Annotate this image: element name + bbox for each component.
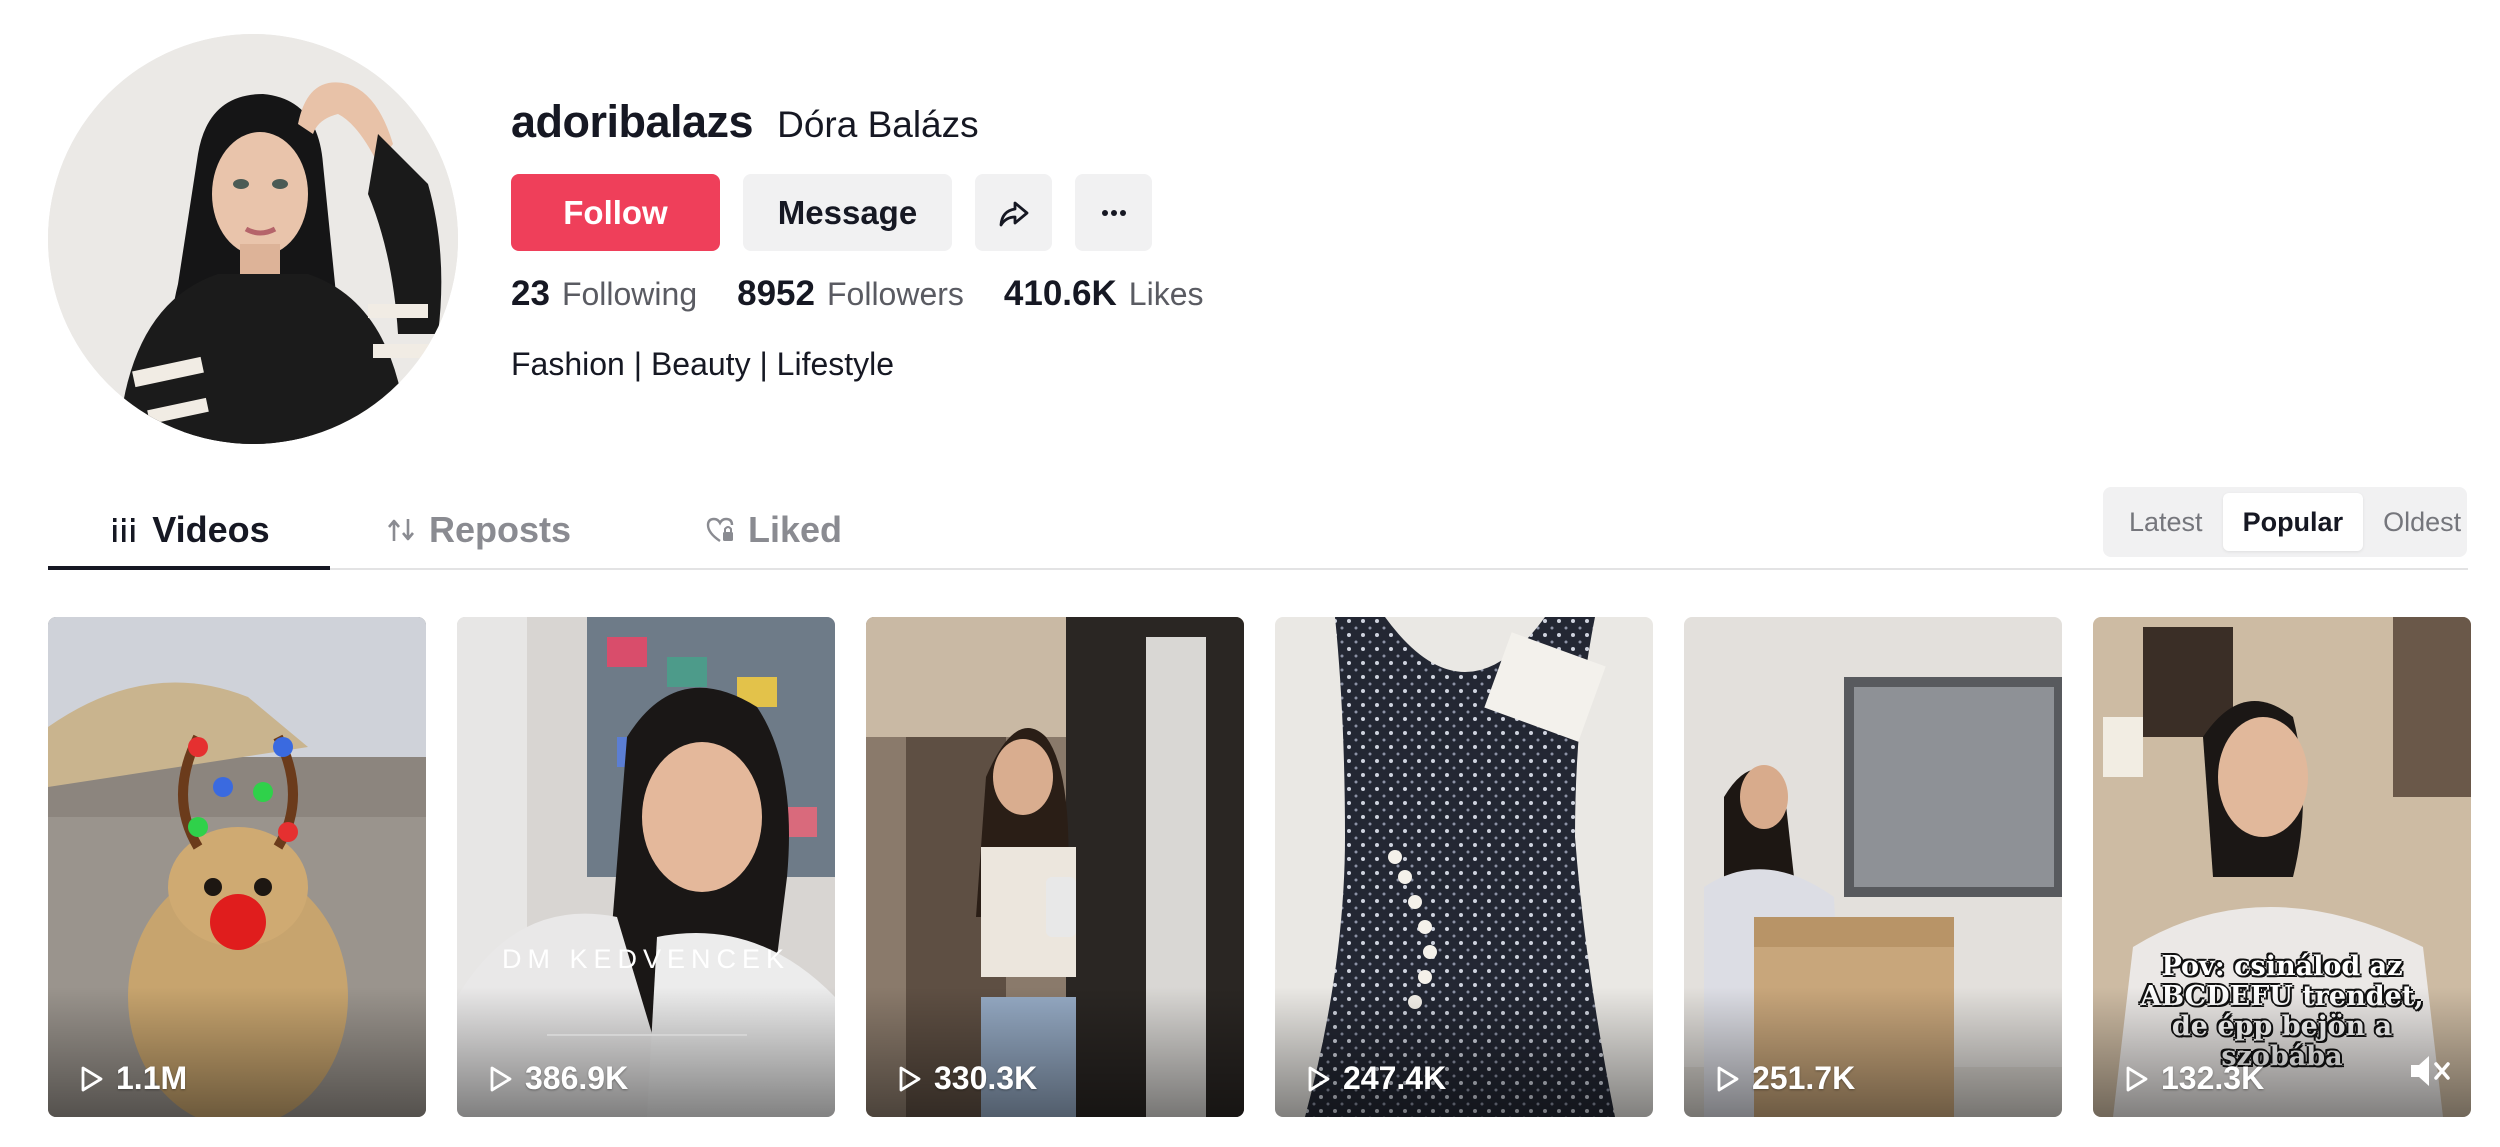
repost-icon (387, 519, 414, 541)
tab-videos-label: Videos (152, 509, 270, 550)
avatar-photo (48, 34, 458, 444)
likes-count: 410.6K (1003, 274, 1117, 313)
more-icon (1101, 209, 1126, 216)
video-card[interactable]: 251.7K (1684, 617, 2062, 1117)
play-icon (1308, 1066, 1330, 1091)
follow-button[interactable]: Follow (511, 174, 720, 251)
following-label: Following (561, 276, 698, 312)
sort-oldest[interactable]: Oldest (2363, 493, 2481, 551)
more-button[interactable] (1075, 174, 1152, 251)
thumbnail-gradient (48, 987, 426, 1117)
share-button[interactable] (975, 174, 1052, 251)
profile-avatar[interactable] (48, 34, 458, 444)
tab-reposts-label: Reposts (428, 509, 572, 550)
view-count: 386.9K (485, 1060, 628, 1097)
view-count-label: 251.7K (1752, 1060, 1856, 1096)
video-card[interactable]: 247.4K (1275, 617, 1653, 1117)
followers-count: 8952 (737, 274, 815, 313)
sort-switch: Latest Popular Oldest (2103, 487, 2467, 557)
sort-popular[interactable]: Popular (2222, 493, 2364, 551)
profile-stats: 23 Following 8952 Followers 410.6K Likes (511, 274, 1203, 314)
play-icon (81, 1066, 103, 1091)
view-count-label: 330.3K (934, 1060, 1038, 1096)
followers-stat[interactable]: 8952 Followers (737, 274, 964, 314)
view-count-label: 247.4K (1343, 1060, 1447, 1096)
video-caption-overlay: DM KEDVENCEK (501, 944, 791, 974)
following-stat[interactable]: 23 Following (511, 274, 697, 314)
view-count: 247.4K (1303, 1060, 1446, 1097)
share-icon (999, 201, 1028, 226)
video-card[interactable]: 1.1M (48, 617, 426, 1117)
view-count-label: 132.3K (2161, 1060, 2265, 1096)
profile-bio: Fashion | Beauty | Lifestyle (511, 346, 895, 382)
tab-videos[interactable]: Videos (48, 490, 330, 570)
view-count: 132.3K (2121, 1060, 2264, 1097)
view-count: 1.1M (76, 1060, 187, 1097)
view-count: 251.7K (1712, 1060, 1855, 1097)
followers-label: Followers (826, 276, 964, 312)
thumbnail-gradient (1684, 987, 2062, 1117)
view-count: 330.3K (894, 1060, 1037, 1097)
thumbnail-gradient (1275, 987, 1653, 1117)
play-icon (899, 1066, 921, 1091)
heart-lock-icon (706, 517, 734, 542)
tab-reposts[interactable]: Reposts (378, 490, 578, 570)
play-icon (1717, 1066, 1739, 1091)
video-card[interactable]: DM KEDVENCEK 386.9K (457, 617, 835, 1117)
video-grid: 1.1M DM KEDVENCEK 386.9K 330.3K 247.4K 2… (48, 617, 2471, 1117)
tab-liked-label: Liked (747, 509, 843, 550)
message-button[interactable]: Message (743, 174, 952, 251)
play-icon (2126, 1066, 2148, 1091)
thumbnail-gradient (457, 987, 835, 1117)
sort-latest[interactable]: Latest (2109, 493, 2223, 551)
video-card[interactable]: Pov: csinálod az ABCDEFU trendet, de épp… (2093, 617, 2471, 1117)
profile-info: adoribalazs Dóra Balázs Follow Message 2… (511, 96, 1811, 382)
mute-icon[interactable] (2407, 1051, 2453, 1091)
following-count: 23 (511, 274, 550, 313)
active-tab-indicator (48, 566, 330, 570)
thumbnail-gradient (866, 987, 1244, 1117)
profile-actions: Follow Message (511, 174, 1152, 251)
grid-icon (113, 518, 135, 542)
tab-liked[interactable]: Liked (688, 490, 858, 570)
view-count-label: 1.1M (116, 1060, 188, 1096)
view-count-label: 386.9K (525, 1060, 629, 1096)
profile-username: adoribalazs (511, 96, 754, 147)
profile-nickname: Dóra Balázs (777, 104, 979, 145)
likes-stat: 410.6K Likes (1004, 274, 1204, 314)
likes-label: Likes (1128, 276, 1204, 312)
video-card[interactable]: 330.3K (866, 617, 1244, 1117)
play-icon (490, 1066, 512, 1091)
